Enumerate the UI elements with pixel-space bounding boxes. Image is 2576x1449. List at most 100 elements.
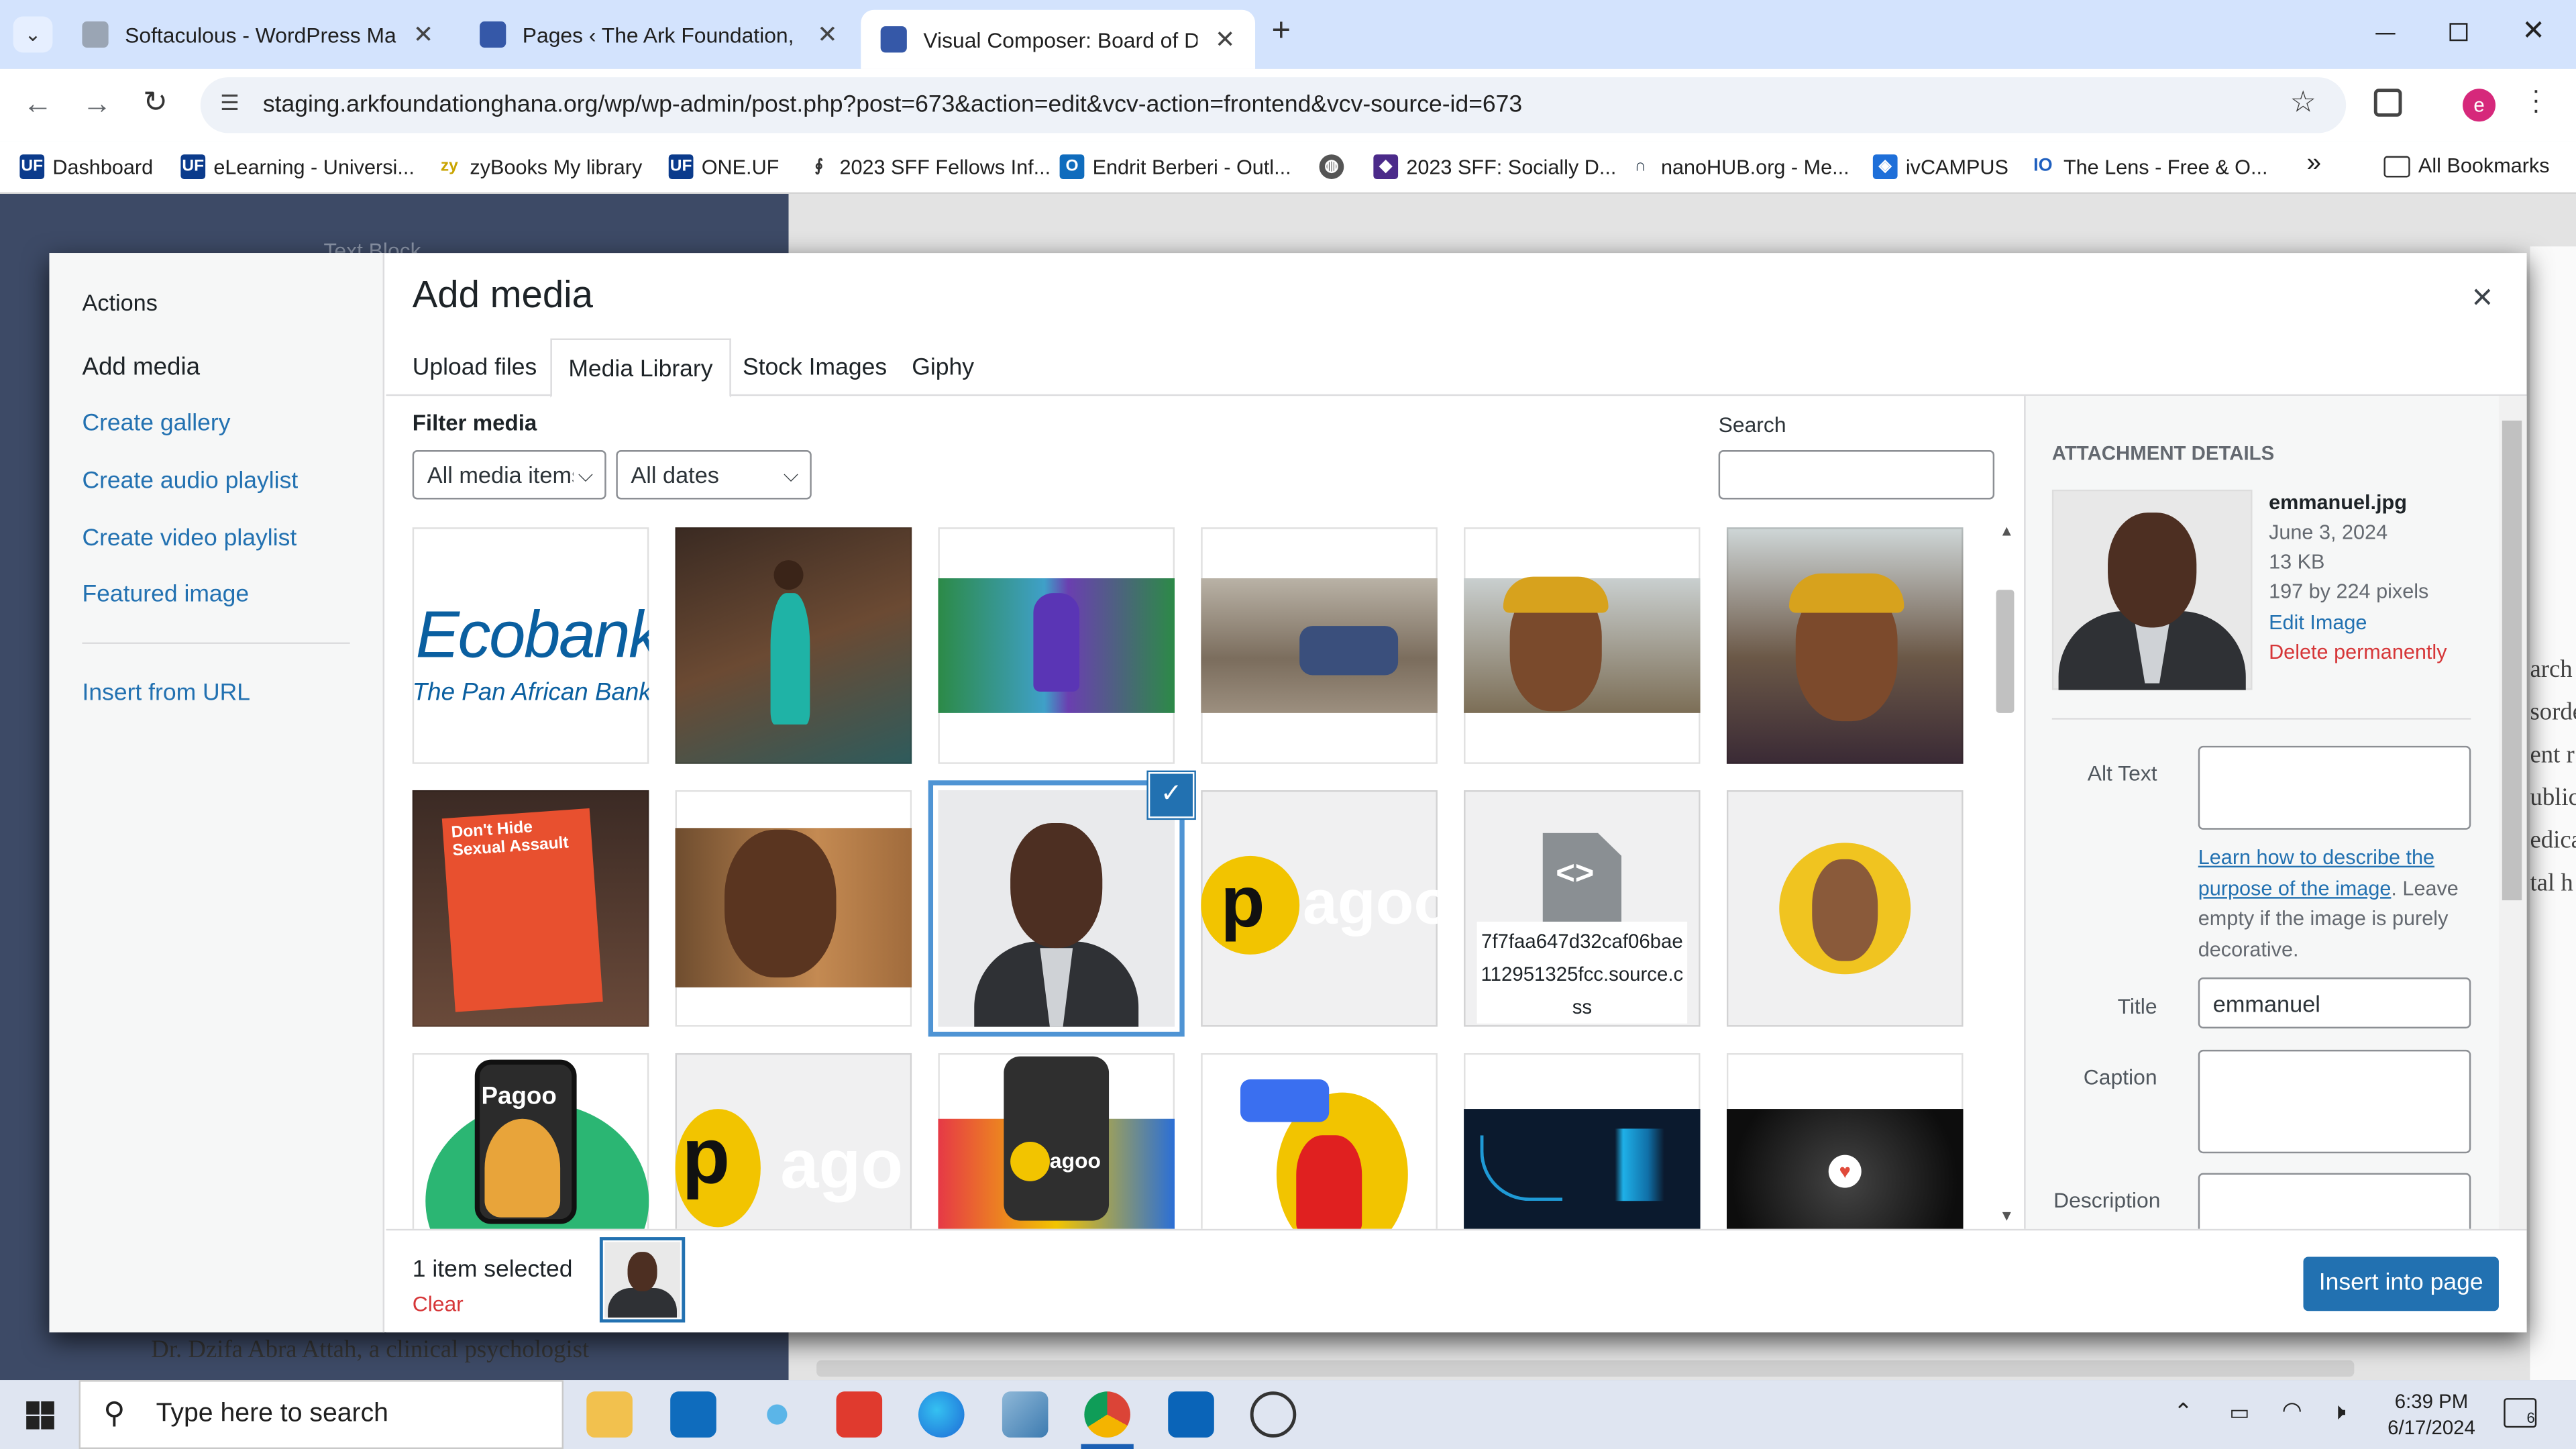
tab-stock-images[interactable]: Stock Images [726, 338, 903, 397]
app-icon[interactable] [1002, 1391, 1049, 1438]
chatgpt-icon[interactable] [1250, 1391, 1297, 1438]
bookmark-item[interactable]: ∮ 2023 SFF Fellows Inf... [806, 154, 1051, 179]
attachment-smiling-child[interactable] [675, 790, 912, 1027]
close-tab-icon[interactable]: ✕ [1215, 25, 1236, 54]
close-tab-icon[interactable]: ✕ [817, 19, 838, 50]
alt-text-field[interactable] [2198, 745, 2471, 830]
taskbar-search[interactable]: ⚲ Type here to search [78, 1380, 564, 1449]
media-grid-scroll-thumb[interactable] [1996, 590, 2015, 713]
attachment-painting[interactable] [938, 527, 1175, 764]
attachment-woman-portrait-1[interactable] [1464, 527, 1701, 764]
attachment-heart-dark[interactable]: ♥ [1726, 1053, 1964, 1229]
attachment-ecobank-logo[interactable]: Ecobank The Pan African Bank [412, 527, 649, 764]
attachment-man-illustration[interactable] [1201, 1053, 1438, 1229]
attachment-pagoo-app-2[interactable]: agoo [938, 1053, 1175, 1229]
close-modal-icon[interactable]: × [2464, 276, 2500, 319]
delete-permanently-link[interactable]: Delete permanently [2269, 641, 2447, 663]
zybooks-icon: zy [437, 154, 462, 179]
menu-featured-image[interactable]: Featured image [82, 582, 249, 608]
red-app-icon[interactable] [836, 1391, 883, 1438]
description-field[interactable] [2198, 1173, 2471, 1229]
profile-avatar[interactable]: e [2463, 89, 2496, 122]
pinwheel-app-icon[interactable] [754, 1391, 800, 1438]
extensions-icon[interactable] [2373, 89, 2402, 117]
date-filter[interactable]: All dates ⌵ [616, 450, 812, 500]
tab-visual-composer[interactable]: Visual Composer: Board of Dire ✕ [861, 9, 1256, 69]
back-icon[interactable]: ← [23, 87, 52, 121]
title-field[interactable] [2198, 977, 2471, 1029]
menu-create-gallery[interactable]: Create gallery [82, 411, 230, 437]
attachment-css-file[interactable]: <> 7f7faa647d32caf06bae112951325fcc.sour… [1464, 790, 1701, 1027]
tab-search-button[interactable]: ⌄ [13, 16, 53, 53]
media-search-input[interactable] [1718, 450, 1995, 500]
windows-taskbar: ⚲ Type here to search ⌃ ▭ ◠ 🕨 6:39 PM 6/… [0, 1380, 2576, 1449]
scroll-up-arrow-icon[interactable]: ▲ [1999, 523, 2014, 539]
menu-create-audio-playlist[interactable]: Create audio playlist [82, 468, 298, 494]
bookmark-item[interactable]: UF eLearning - Universi... [180, 154, 415, 179]
more-bookmarks-icon[interactable]: » [2306, 150, 2321, 179]
bookmark-item[interactable]: UF Dashboard [19, 154, 153, 179]
attachment-pagoo-logo-2[interactable]: p ago [675, 1053, 912, 1229]
reload-icon[interactable]: ↻ [143, 85, 168, 119]
menu-add-media[interactable]: Add media [82, 354, 200, 382]
scroll-down-arrow-icon[interactable]: ▼ [1999, 1208, 2014, 1224]
bookmark-item[interactable]: O Endrit Berberi - Outl... [1059, 154, 1291, 179]
description-label: Description [2053, 1187, 2161, 1213]
all-bookmarks[interactable]: All Bookmarks [2383, 154, 2550, 177]
site-info-icon[interactable]: ☰ [220, 91, 239, 117]
bookmark-item[interactable]: ◆ 2023 SFF: Socially D... [1373, 154, 1616, 179]
address-bar[interactable]: ☰ staging.arkfoundationghana.org/wp/wp-a… [200, 77, 2347, 133]
attachment-dashboard-chart[interactable] [1464, 1053, 1701, 1229]
bookmark-item[interactable]: ∩ nanoHUB.org - Me... [1627, 154, 1849, 179]
notifications-icon[interactable]: 6 [2504, 1398, 2537, 1428]
bookmark-star-icon[interactable]: ☆ [2290, 85, 2317, 119]
attachment-woman-yellow-circle[interactable] [1726, 790, 1964, 1027]
browser-menu-icon[interactable]: · · · [2532, 78, 2540, 124]
windows-start-icon[interactable] [26, 1401, 54, 1430]
attachment-pagoo-app-1[interactable]: Pagoo [412, 1053, 649, 1229]
menu-insert-from-url[interactable]: Insert from URL [82, 680, 250, 706]
media-type-filter[interactable]: All media items ⌵ [412, 450, 606, 500]
wifi-icon[interactable]: ◠ [2282, 1397, 2302, 1425]
insert-into-page-button[interactable]: Insert into page [2303, 1256, 2499, 1311]
outlook-classic-icon[interactable] [1168, 1391, 1214, 1438]
tab-media-library[interactable]: Media Library [550, 338, 731, 398]
taskbar-clock[interactable]: 6:39 PM 6/17/2024 [2366, 1388, 2498, 1440]
tab-pages[interactable]: Pages ‹ The Ark Foundation, Gh ✕ [460, 10, 858, 59]
attachment-poster[interactable]: Don't Hide Sexual Assault [412, 790, 649, 1027]
bookmark-item[interactable]: UF ONE.UF [668, 154, 779, 179]
minimize-icon[interactable] [2375, 32, 2396, 35]
file-explorer-icon[interactable] [586, 1391, 633, 1438]
tab-softaculous[interactable]: Softaculous - WordPress Manag ✕ [62, 10, 453, 59]
chrome-icon[interactable] [1084, 1391, 1130, 1438]
attachment-pagoo-logo[interactable]: p agoo [1201, 790, 1438, 1027]
new-tab-button[interactable]: + [1272, 13, 1291, 51]
selected-check-icon[interactable]: ✓ [1150, 773, 1193, 817]
meet-now-icon[interactable]: ▭ [2229, 1400, 2249, 1426]
attachment-emmanuel[interactable] [938, 790, 1175, 1027]
volume-muted-icon[interactable]: 🕨 [2331, 1398, 2346, 1426]
tab-giphy[interactable]: Giphy [896, 338, 991, 397]
close-tab-icon[interactable]: ✕ [413, 19, 434, 50]
tray-chevron-icon[interactable]: ⌃ [2174, 1398, 2193, 1426]
restore-icon[interactable] [2449, 23, 2468, 42]
bookmark-item[interactable]: zy zyBooks My library [437, 154, 642, 179]
bookmark-item[interactable]: IO The Lens - Free & O... [2030, 154, 2268, 179]
attachment-woman-portrait-2[interactable] [1726, 527, 1964, 764]
menu-create-video-playlist[interactable]: Create video playlist [82, 526, 297, 552]
attachment-filename: emmanuel.jpg [2269, 491, 2407, 515]
caption-field[interactable] [2198, 1049, 2471, 1154]
selected-thumbnail[interactable] [604, 1242, 680, 1318]
clear-selection-link[interactable]: Clear [413, 1291, 464, 1316]
attachment-group-meeting[interactable] [1201, 527, 1438, 764]
forward-icon[interactable]: → [82, 87, 111, 121]
bookmark-item[interactable]: ◈ ivCAMPUS [1872, 154, 2008, 179]
details-scroll-thumb[interactable] [2502, 420, 2522, 901]
tab-upload-files[interactable]: Upload files [396, 338, 553, 397]
edge-icon[interactable] [918, 1391, 965, 1438]
edit-image-link[interactable]: Edit Image [2269, 611, 2367, 634]
bookmark-item[interactable]: ◍ [1319, 154, 1352, 179]
close-window-icon[interactable]: ✕ [2522, 15, 2545, 48]
outlook-icon[interactable] [670, 1391, 716, 1438]
attachment-girl-dancing[interactable] [675, 527, 912, 764]
